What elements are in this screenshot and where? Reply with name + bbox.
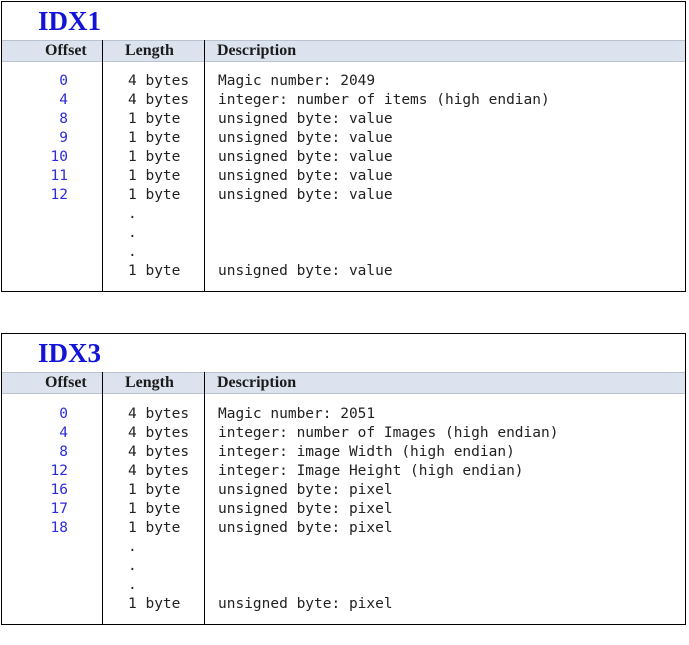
row-description: unsigned byte: value [218, 149, 393, 165]
row-offset: 12 [50, 463, 68, 479]
row-length: . [128, 558, 137, 574]
table-row: . [2, 243, 685, 262]
header-length: Length [125, 374, 174, 391]
row-length: 1 byte [128, 596, 181, 612]
table-row: 10 1 byte unsigned byte: value [2, 148, 685, 167]
row-description: unsigned byte: value [218, 168, 393, 184]
row-description: unsigned byte: value [218, 263, 393, 279]
row-description: Magic number: 2051 [218, 406, 376, 422]
row-length: 1 byte [128, 520, 181, 536]
row-description: unsigned byte: value [218, 130, 393, 146]
row-length: 4 bytes [128, 425, 190, 441]
table-row: . [2, 538, 685, 557]
row-length: 1 byte [128, 187, 181, 203]
table-row: 16 1 byte unsigned byte: pixel [2, 481, 685, 500]
row-description: Magic number: 2049 [218, 73, 376, 89]
table-row: 4 4 bytes integer: number of items (high e… [2, 91, 685, 110]
row-offset: 10 [50, 149, 68, 165]
row-offset: 0 [59, 73, 68, 89]
table-header: Offset Length Description [2, 40, 685, 62]
row-description: unsigned byte: pixel [218, 596, 393, 612]
table-row: 4 4 bytes integer: number of Images (high … [2, 424, 685, 443]
table-row: 18 1 byte unsigned byte: pixel [2, 519, 685, 538]
row-offset: 17 [50, 501, 68, 517]
row-offset: 8 [59, 111, 68, 127]
row-offset: 16 [50, 482, 68, 498]
table-row: 1 byte unsigned byte: value [2, 262, 685, 281]
row-offset: 12 [50, 187, 68, 203]
header-offset: Offset [45, 374, 87, 391]
row-length: 4 bytes [128, 73, 190, 89]
table-row: 1 byte unsigned byte: pixel [2, 595, 685, 614]
table-row: 9 1 byte unsigned byte: value [2, 129, 685, 148]
row-length: 1 byte [128, 130, 181, 146]
row-description: integer: image Width (high endian) [218, 444, 515, 460]
row-length: 1 byte [128, 168, 181, 184]
table-row: 8 4 bytes integer: image Width (high endia… [2, 443, 685, 462]
table-row: 12 1 byte unsigned byte: value [2, 186, 685, 205]
table-row: 12 4 bytes integer: Image Height (high end… [2, 462, 685, 481]
table-row: 17 1 byte unsigned byte: pixel [2, 500, 685, 519]
row-length: 1 byte [128, 149, 181, 165]
row-description: integer: number of items (high endian) [218, 92, 550, 108]
panel-title: IDX1 [38, 6, 102, 36]
table-row: 8 1 byte unsigned byte: value [2, 110, 685, 129]
table-row: . [2, 224, 685, 243]
row-description: unsigned byte: pixel [218, 482, 393, 498]
row-length: 4 bytes [128, 444, 190, 460]
row-length: 4 bytes [128, 92, 190, 108]
row-length: 1 byte [128, 263, 181, 279]
row-description: unsigned byte: pixel [218, 520, 393, 536]
table-row: . [2, 576, 685, 595]
row-length: . [128, 539, 137, 555]
table-row: 11 1 byte unsigned byte: value [2, 167, 685, 186]
table-row: . [2, 557, 685, 576]
row-length: 4 bytes [128, 463, 190, 479]
idx1-panel: IDX1 Offset Length Description 0 4 bytes M… [1, 1, 686, 292]
row-offset: 0 [59, 406, 68, 422]
row-length: . [128, 577, 137, 593]
row-description: integer: number of Images (high endian) [218, 425, 559, 441]
header-length: Length [125, 42, 174, 59]
row-length: . [128, 206, 137, 222]
row-offset: 9 [59, 130, 68, 146]
row-length: . [128, 225, 137, 241]
header-offset: Offset [45, 42, 87, 59]
row-length: 1 byte [128, 501, 181, 517]
panel-title: IDX3 [38, 338, 102, 368]
table-header: Offset Length Description [2, 372, 685, 394]
header-description: Description [217, 374, 297, 391]
row-description: unsigned byte: value [218, 111, 393, 127]
table-row: 0 4 bytes Magic number: 2049 [2, 72, 685, 91]
row-offset: 11 [50, 168, 68, 184]
row-length: 4 bytes [128, 406, 190, 422]
row-length: 1 byte [128, 482, 181, 498]
row-offset: 18 [50, 520, 68, 536]
table-row: 0 4 bytes Magic number: 2051 [2, 405, 685, 424]
row-description: integer: Image Height (high endian) [218, 463, 524, 479]
row-description: unsigned byte: value [218, 187, 393, 203]
row-offset: 4 [59, 92, 68, 108]
row-offset: 4 [59, 425, 68, 441]
row-length: 1 byte [128, 111, 181, 127]
row-description: unsigned byte: pixel [218, 501, 393, 517]
row-length: . [128, 244, 137, 260]
idx3-panel: IDX3 Offset Length Description 0 4 bytes M… [1, 333, 686, 625]
row-offset: 8 [59, 444, 68, 460]
table-row: . [2, 205, 685, 224]
header-description: Description [217, 42, 297, 59]
